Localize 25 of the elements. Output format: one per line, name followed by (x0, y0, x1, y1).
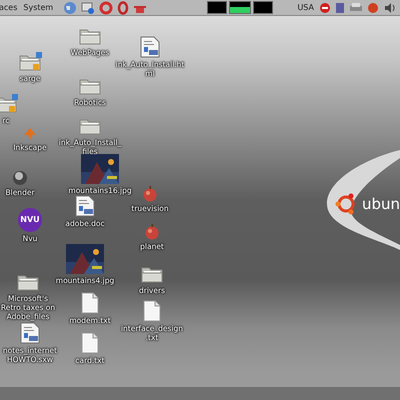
stop-icon[interactable] (320, 2, 330, 12)
document-icon (140, 36, 160, 58)
text-file-icon (143, 300, 161, 322)
monitor-graph (207, 1, 228, 14)
logo-text: ubun (362, 194, 400, 215)
text-file-icon (81, 292, 99, 314)
ring-icon[interactable] (117, 0, 130, 14)
text-file-icon (81, 332, 99, 354)
apple-icon (144, 224, 160, 240)
shared-folder-icon (18, 52, 42, 72)
nvu-logo-icon: NVU (18, 208, 42, 232)
sphere-icon (12, 170, 28, 186)
apple-icon (142, 186, 158, 202)
document-icon (75, 195, 95, 217)
shared-folder-icon (0, 94, 18, 114)
inkscape-icon (23, 127, 37, 141)
keyboard-layout[interactable]: USA (297, 2, 314, 14)
speaker-icon[interactable] (384, 2, 396, 12)
lifebuoy-icon[interactable] (99, 0, 114, 14)
printer-icon[interactable] (350, 2, 362, 12)
globe-icon[interactable] (63, 0, 78, 14)
monitor-graph (253, 1, 274, 14)
menu-item[interactable]: System (23, 2, 54, 14)
document-icon (20, 322, 40, 344)
monitor-graph (229, 1, 252, 14)
